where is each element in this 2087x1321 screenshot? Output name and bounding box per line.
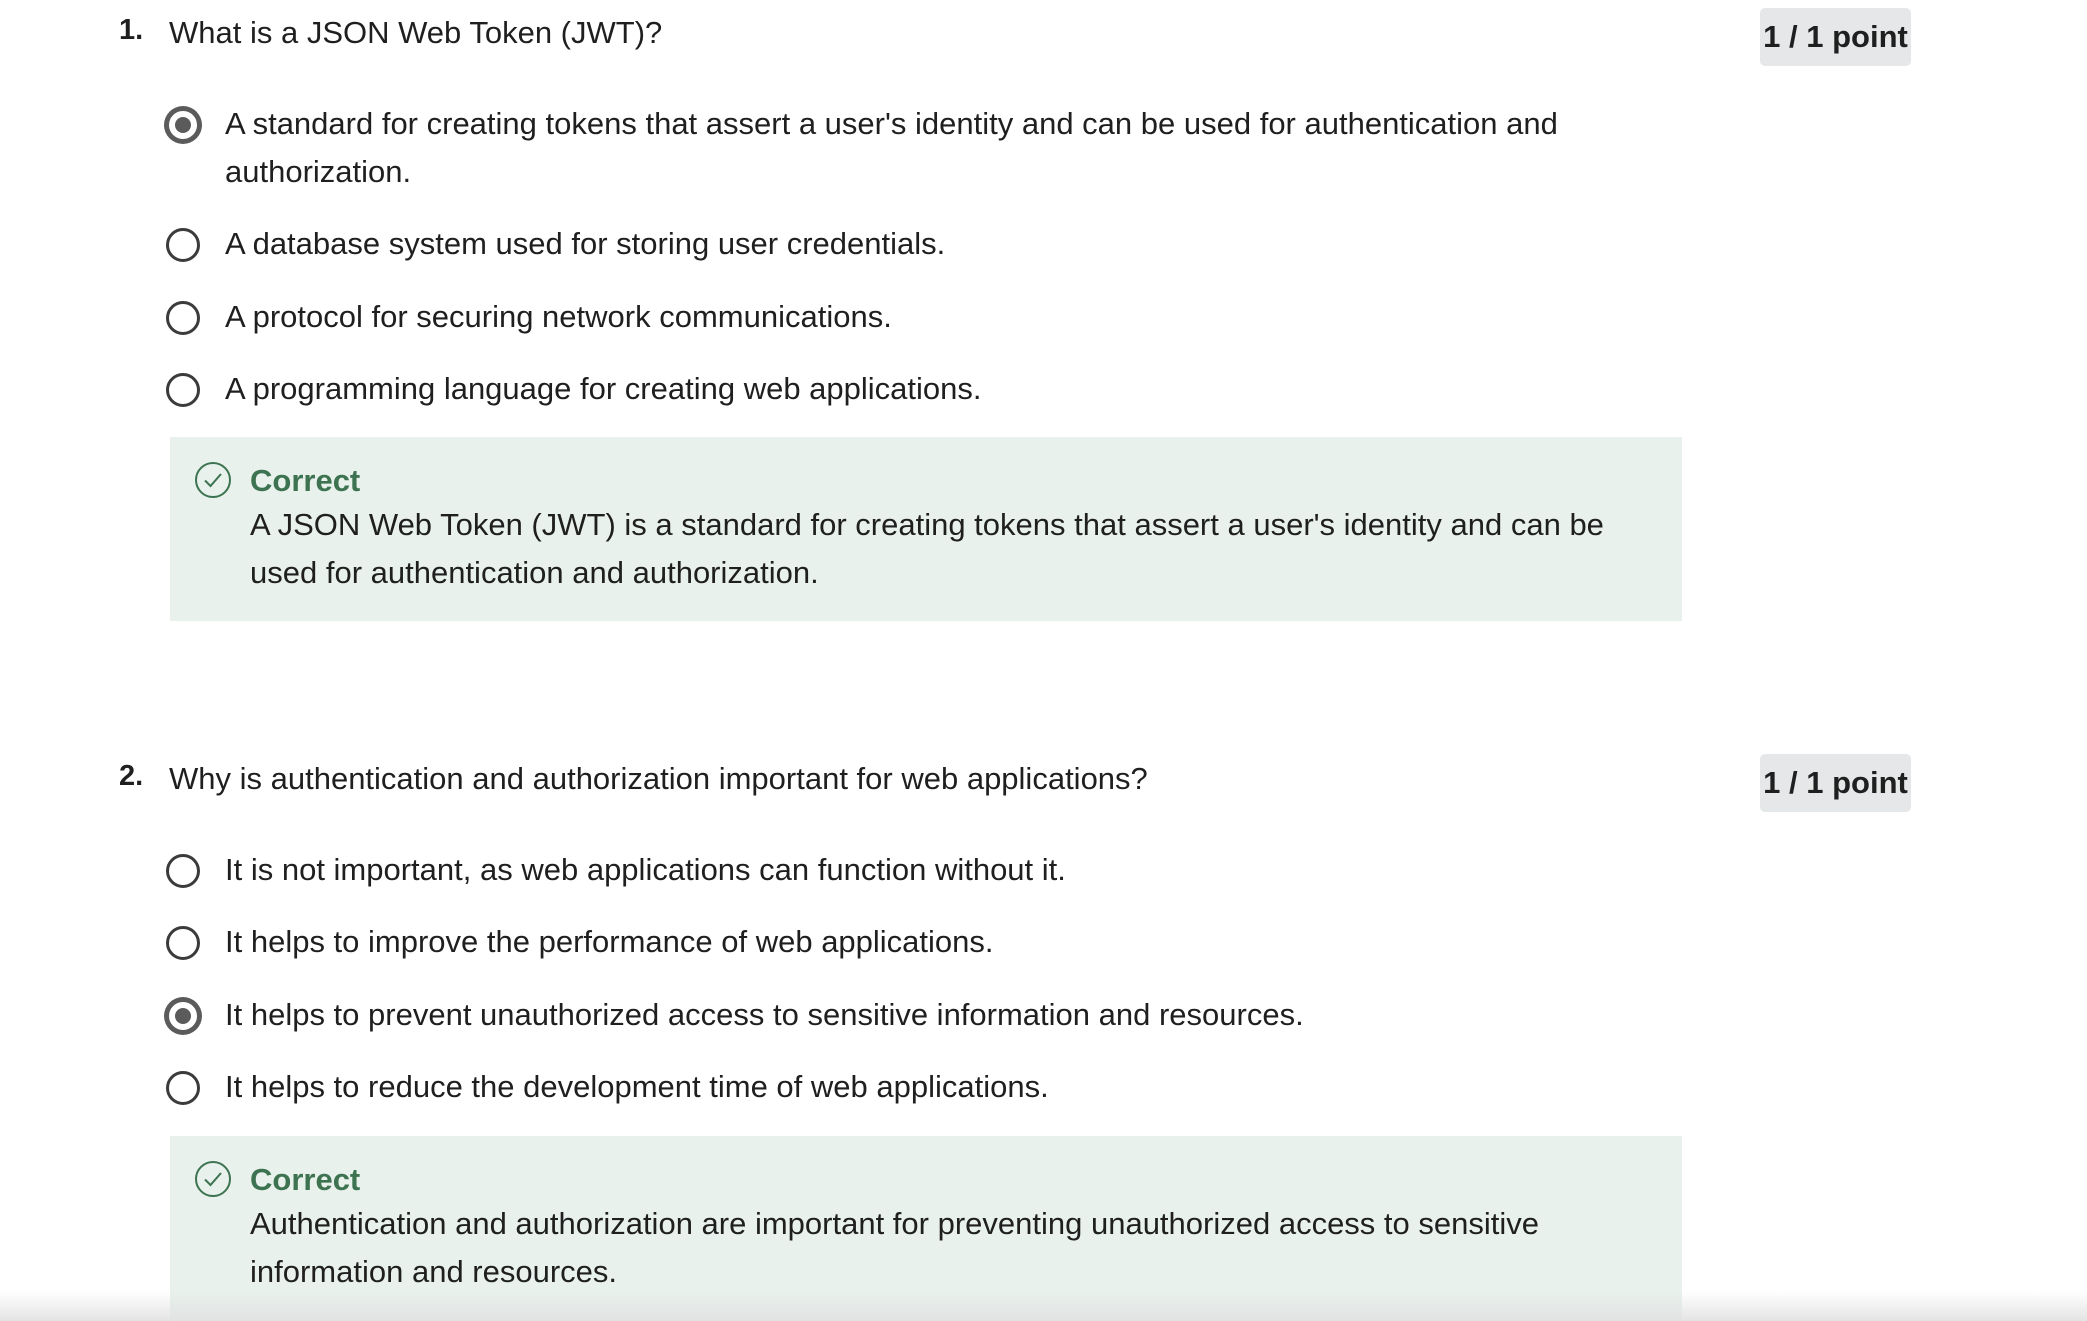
feedback-text: Authentication and authorization are imp… (250, 1206, 1539, 1289)
question-number: 1. (119, 14, 144, 46)
option-label: A protocol for securing network communic… (225, 299, 892, 334)
bottom-fade (0, 1291, 2087, 1321)
question-text: What is a JSON Web Token (JWT)? (169, 15, 663, 50)
question-number: 2. (119, 760, 144, 792)
option-4[interactable]: A programming language for creating web … (166, 369, 1566, 413)
check-circle-icon (195, 462, 231, 498)
option-label: It helps to improve the performance of w… (225, 924, 994, 959)
option-label: A programming language for creating web … (225, 371, 982, 406)
check-circle-icon (195, 1161, 231, 1197)
feedback-title: Correct (250, 1162, 361, 1197)
feedback-box: Correct A JSON Web Token (JWT) is a stan… (170, 437, 1682, 621)
radio-unchecked-icon[interactable] (166, 854, 200, 888)
option-3[interactable]: It helps to prevent unauthorized access … (166, 995, 1566, 1039)
radio-checked-icon[interactable] (166, 108, 200, 142)
option-2[interactable]: A database system used for storing user … (166, 224, 1566, 268)
option-3[interactable]: A protocol for securing network communic… (166, 297, 1566, 341)
option-2[interactable]: It helps to improve the performance of w… (166, 922, 1566, 966)
radio-checked-icon[interactable] (166, 999, 200, 1033)
option-4[interactable]: It helps to reduce the development time … (166, 1067, 1566, 1111)
option-label: It helps to prevent unauthorized access … (225, 997, 1304, 1032)
option-1[interactable]: A standard for creating tokens that asse… (166, 104, 1566, 196)
radio-unchecked-icon[interactable] (166, 228, 200, 262)
option-label: A database system used for storing user … (225, 226, 946, 261)
points-badge: 1 / 1 point (1760, 754, 1911, 812)
radio-unchecked-icon[interactable] (166, 1071, 200, 1105)
feedback-text: A JSON Web Token (JWT) is a standard for… (250, 507, 1604, 590)
option-label: A standard for creating tokens that asse… (225, 106, 1558, 189)
points-badge: 1 / 1 point (1760, 8, 1911, 66)
feedback-title: Correct (250, 463, 361, 498)
option-label: It helps to reduce the development time … (225, 1069, 1049, 1104)
radio-unchecked-icon[interactable] (166, 926, 200, 960)
quiz-page: 1. What is a JSON Web Token (JWT)? 1 / 1… (0, 0, 2087, 1321)
radio-unchecked-icon[interactable] (166, 301, 200, 335)
option-1[interactable]: It is not important, as web applications… (166, 850, 1566, 894)
option-label: It is not important, as web applications… (225, 852, 1066, 887)
radio-unchecked-icon[interactable] (166, 373, 200, 407)
question-text: Why is authentication and authorization … (169, 761, 1148, 796)
